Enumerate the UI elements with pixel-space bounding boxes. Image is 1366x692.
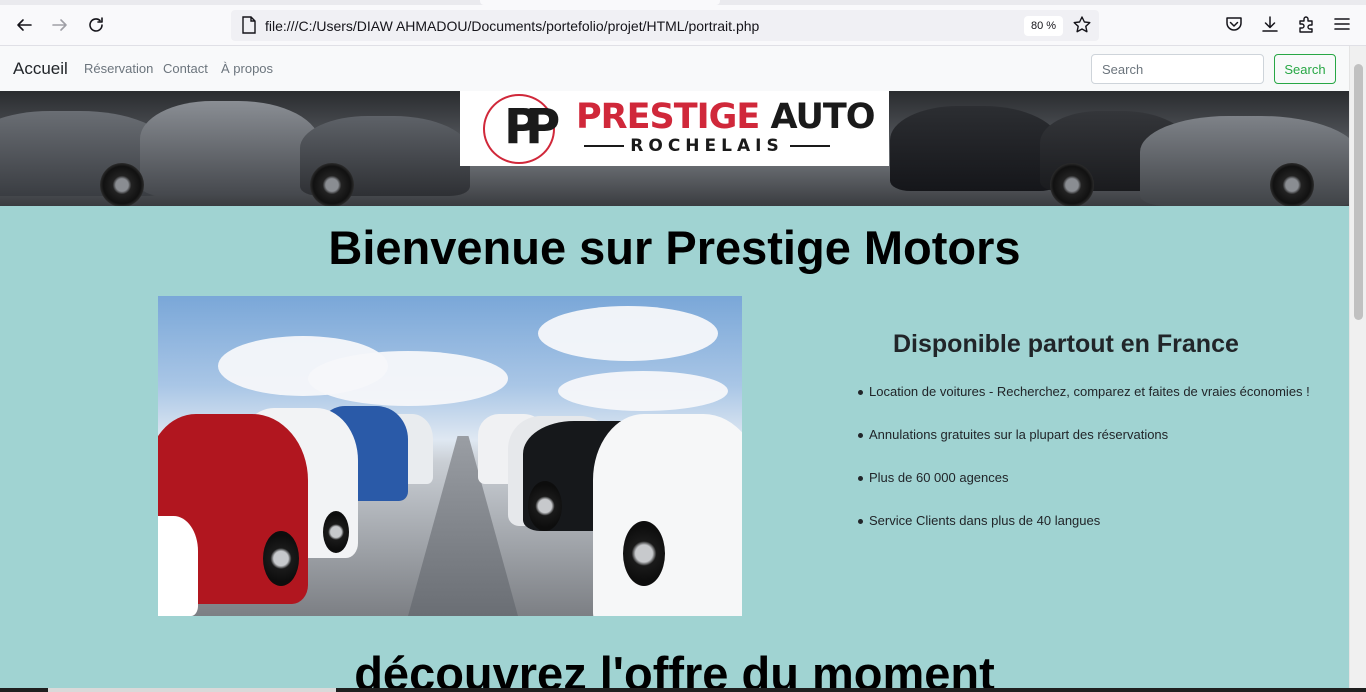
banner-wheel [310,163,354,206]
nav-link-a-propos[interactable]: À propos [221,61,273,76]
feature-list: Location de voitures - Recherchez, compa… [858,384,1310,556]
bookmark-star-icon[interactable] [1072,15,1092,35]
photo-car [158,516,198,616]
banner-car-image [140,101,320,196]
list-item: Location de voitures - Recherchez, compa… [858,384,1310,427]
taskbar-item[interactable] [48,688,336,692]
scrollbar-thumb[interactable] [1354,64,1363,320]
photo-cloud [558,371,728,411]
tab-strip [0,0,1366,5]
banner-car-image [1140,116,1349,206]
zoom-level[interactable]: 80 % [1024,16,1064,36]
brand-link-accueil[interactable]: Accueil [13,59,68,79]
parking-lot-photo [158,296,742,616]
logo-divider [789,145,830,147]
page-title: Bienvenue sur Prestige Motors [328,221,1021,274]
extensions-icon[interactable] [1296,14,1316,34]
banner-wheel [1270,163,1314,206]
search-input[interactable] [1091,54,1264,84]
reload-icon[interactable] [83,12,109,38]
logo-word-prestige: PRESTIGE [576,97,760,137]
logo-divider [584,145,625,147]
back-arrow-icon[interactable] [11,12,37,38]
site-navbar: Accueil Réservation Contact À propos Sea… [0,46,1349,91]
browser-toolbar: file:///C:/Users/DIAW AHMADOU/Documents/… [0,0,1366,46]
menu-icon[interactable] [1332,14,1352,34]
list-item: Plus de 60 000 agences [858,470,1310,513]
pocket-icon[interactable] [1224,14,1244,34]
availability-heading: Disponible partout en France [893,330,1239,358]
hero-banner: PP PRESTIGE AUTO ROCHELAIS [0,91,1349,206]
page-viewport: Accueil Réservation Contact À propos Sea… [0,46,1349,692]
photo-wheel [623,521,665,586]
banner-wheel [1050,163,1094,206]
url-bar[interactable]: file:///C:/Users/DIAW AHMADOU/Documents/… [231,10,1099,41]
forward-arrow-icon[interactable] [47,12,73,38]
taskbar-edge [0,688,1366,692]
page-scrollbar[interactable] [1349,46,1366,692]
photo-cloud [308,351,508,406]
url-text[interactable]: file:///C:/Users/DIAW AHMADOU/Documents/… [265,18,759,34]
list-item: Annulations gratuites sur la plupart des… [858,427,1310,470]
list-item: Service Clients dans plus de 40 langues [858,513,1310,556]
photo-wheel [528,481,562,531]
photo-wheel [323,511,349,553]
photo-wheel [263,531,299,586]
photo-car [593,414,742,616]
logo-word-auto: AUTO [770,97,875,137]
nav-link-reservation[interactable]: Réservation [84,61,153,76]
logo-subtitle: ROCHELAIS [576,136,838,156]
prestige-auto-logo: PP PRESTIGE AUTO ROCHELAIS [460,91,889,166]
offer-heading: découvrez l'offre du moment [354,647,995,692]
banner-car-image [890,106,1060,191]
banner-wheel [100,163,144,206]
nav-link-contact[interactable]: Contact [163,61,208,76]
logo-subtitle-text: ROCHELAIS [630,136,784,156]
page-icon [242,16,256,34]
download-icon[interactable] [1260,14,1280,34]
logo-title: PRESTIGE AUTO [576,97,876,137]
active-tab[interactable] [480,0,720,5]
search-button[interactable]: Search [1274,54,1336,84]
photo-cloud [538,306,718,361]
logo-initials: PP [504,99,560,155]
